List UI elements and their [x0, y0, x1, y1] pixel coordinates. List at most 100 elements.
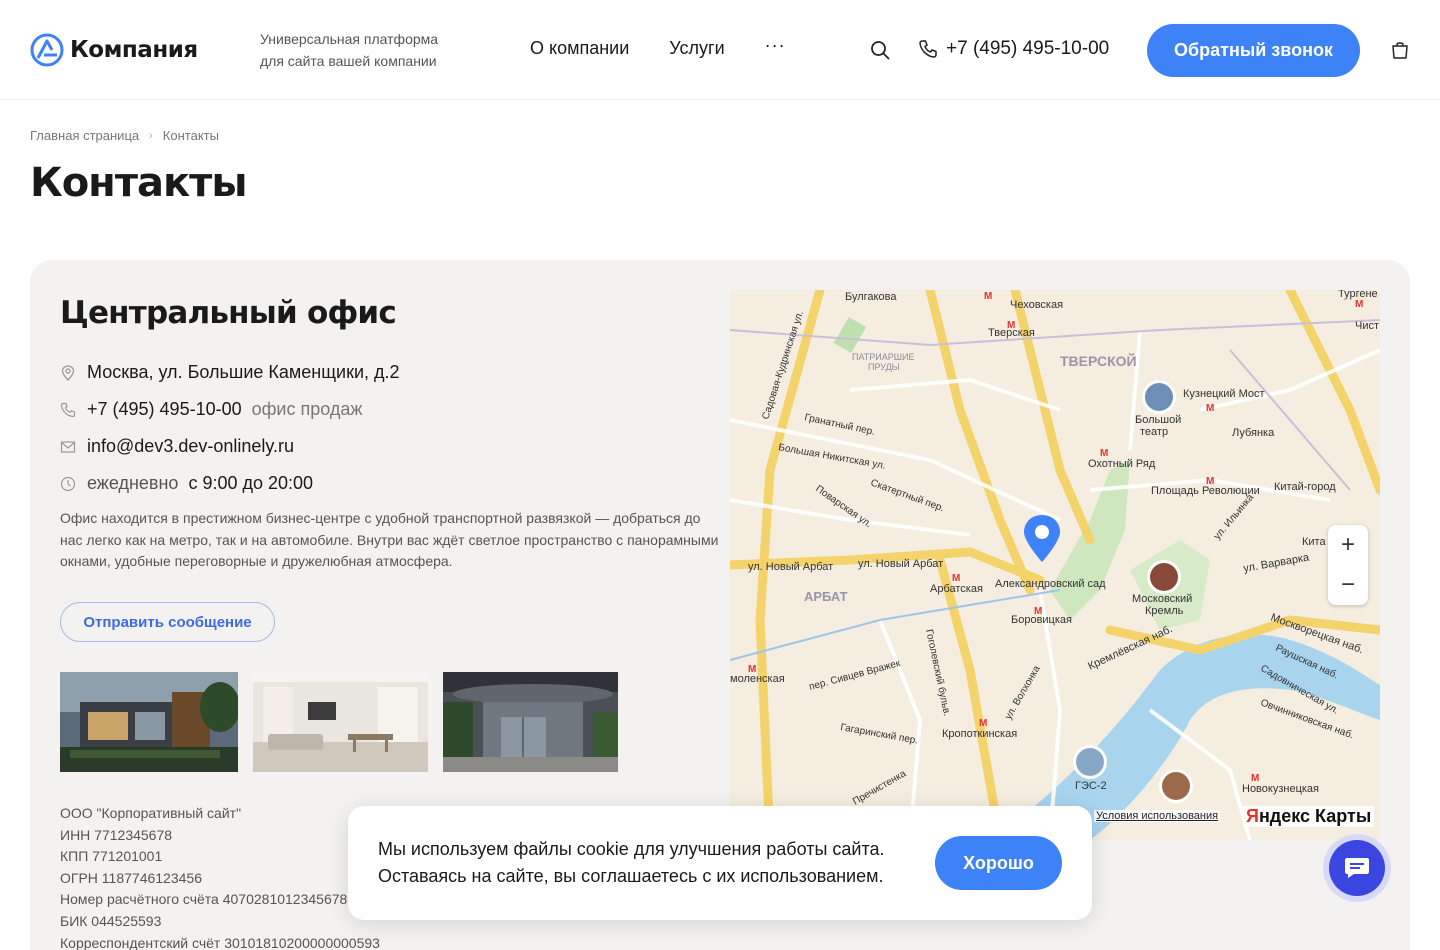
hours-value: с 9:00 до 20:00: [188, 473, 314, 493]
office-title: Центральный офис: [60, 295, 397, 331]
map-terms-link[interactable]: Условия использования: [1094, 810, 1221, 822]
tagline-line-1: Универсальная платформа: [260, 31, 439, 47]
map-label-kremlin-1: Московский: [1132, 593, 1192, 605]
nav-item-about[interactable]: О компании: [530, 38, 629, 59]
cookie-accept-button[interactable]: Хорошо: [935, 836, 1062, 890]
legal-company: ООО "Корпоративный сайт": [60, 805, 242, 821]
callback-button[interactable]: Обратный звонок: [1147, 24, 1360, 77]
chat-button-inner: [1329, 840, 1385, 896]
office-photo-interior[interactable]: [253, 672, 428, 772]
search-icon[interactable]: [870, 40, 890, 60]
page-title: Контакты: [30, 160, 247, 206]
legal-inn: ИНН 7712345678: [60, 826, 173, 843]
tagline-line-2: для сайта вашей компании: [260, 53, 437, 69]
breadcrumb-home-link[interactable]: Главная страница: [30, 128, 139, 143]
map-label-bolshoi-1: Большой: [1135, 414, 1181, 426]
map-canvas: Булгакова Чеховская Тургене Чист Тверска…: [730, 290, 1380, 840]
logo[interactable]: Компания: [30, 33, 198, 67]
map-label-okhotny: Охотный Ряд: [1088, 458, 1156, 470]
breadcrumb-current: Контакты: [162, 128, 219, 143]
map-label-arbatskaya: Арбатская: [930, 583, 983, 595]
svg-text:M: M: [952, 573, 960, 584]
mail-icon: [60, 440, 76, 453]
svg-text:M: M: [979, 718, 987, 729]
svg-text:M: M: [984, 291, 992, 302]
map-label-novokuznetskaya: Новокузнецкая: [1242, 783, 1319, 795]
svg-text:M: M: [1355, 299, 1363, 310]
map-label-patriarshie: ПАТРИАРШИЕ: [852, 352, 914, 362]
map-provider-logo[interactable]: Яндекс Карты: [1243, 806, 1375, 827]
logo-icon: [30, 33, 64, 67]
map-label-chist: Чист: [1355, 320, 1379, 332]
map-label-prudy: ПРУДЫ: [868, 362, 900, 372]
office-photo-entrance[interactable]: [443, 672, 618, 772]
breadcrumb-separator: ›: [149, 129, 153, 142]
map-label-new-arbat-1: ул. Новый Арбат: [748, 561, 833, 573]
legal-bik: БИК 044525593: [60, 912, 162, 929]
cart-icon[interactable]: [1390, 40, 1410, 60]
map-label-kuznetsky: Кузнецкий Мост: [1183, 388, 1265, 400]
map-zoom-out-button[interactable]: −: [1328, 565, 1368, 605]
cookie-text-line-1: Мы используем файлы cookie для улучшения…: [378, 839, 885, 859]
breadcrumb: Главная страница › Контакты: [30, 128, 219, 143]
map-label-lubyanka: Лубянка: [1232, 427, 1275, 439]
map-label-tverskoy: ТВЕРСКОЙ: [1060, 352, 1137, 369]
header-phone-number: +7 (495) 495-10-00: [946, 38, 1110, 59]
address-text: Москва, ул. Большие Каменщики, д.2: [87, 362, 400, 382]
office-email: info@dev3.dev-onlinely.ru: [60, 436, 294, 457]
office-email-link[interactable]: info@dev3.dev-onlinely.ru: [87, 436, 294, 457]
office-phone-number[interactable]: +7 (495) 495-10-00: [87, 399, 242, 420]
cookie-banner: Мы используем файлы cookie для улучшения…: [348, 806, 1092, 920]
map-label-new-arbat-2: ул. Новый Арбат: [858, 558, 943, 570]
send-message-button[interactable]: Отправить сообщение: [60, 602, 275, 642]
nav-item-services[interactable]: Услуги: [669, 38, 724, 59]
cookie-text-line-2: Оставаясь на сайте, вы соглашаетесь с их…: [378, 866, 884, 886]
map-label-arbat-district: АРБАТ: [804, 589, 848, 604]
office-phone: +7 (495) 495-10-00 офис продаж: [60, 399, 362, 420]
site-header: Компания Универсальная платформа для сай…: [0, 0, 1440, 100]
logo-text: Компания: [70, 37, 198, 63]
svg-text:M: M: [1007, 320, 1015, 331]
map-label-smolenskaya: моленская: [730, 673, 785, 685]
office-address: Москва, ул. Большие Каменщики, д.2: [60, 362, 400, 383]
map-zoom-in-button[interactable]: +: [1328, 525, 1368, 565]
legal-kpp: КПП 771201001: [60, 848, 163, 865]
map-label-ges: ГЭС-2: [1075, 780, 1107, 792]
office-photo-exterior[interactable]: [60, 672, 238, 772]
main-nav: О компании Услуги ···: [530, 35, 786, 59]
map-brand-text: ндекс Карты: [1258, 806, 1372, 826]
map-label-bolshoi-2: театр: [1140, 426, 1168, 438]
svg-text:M: M: [1206, 476, 1214, 487]
svg-text:M: M: [1034, 606, 1042, 617]
svg-text:M: M: [1206, 403, 1214, 414]
location-pin-icon: [61, 364, 75, 381]
office-map[interactable]: Булгакова Чеховская Тургене Чист Тверска…: [730, 290, 1380, 840]
cookie-text: Мы используем файлы cookie для улучшения…: [378, 836, 885, 890]
map-zoom-control: + −: [1328, 525, 1368, 605]
map-label-kremlin-2: Кремль: [1145, 605, 1184, 617]
clock-icon: [60, 476, 76, 491]
office-phone-note: офис продаж: [251, 399, 363, 419]
header-phone-link[interactable]: +7 (495) 495-10-00: [918, 38, 1109, 60]
map-brand-letter: Я: [1246, 806, 1259, 826]
nav-more-button[interactable]: ···: [765, 35, 786, 56]
company-legal-details: ООО "Корпоративный сайт" ИНН 7712345678 …: [60, 803, 380, 950]
legal-corr: Корреспондентский счёт 30101810200000000…: [60, 934, 380, 950]
map-label-kita: Кита: [1302, 536, 1326, 548]
phone-icon: [60, 402, 76, 417]
svg-text:M: M: [1100, 448, 1108, 459]
map-label-chekhovskaya: Чеховская: [1010, 299, 1063, 311]
map-label-bulgakova: Булгакова: [845, 291, 897, 303]
chat-widget-button[interactable]: [1323, 834, 1391, 902]
office-hours: ежедневно с 9:00 до 20:00: [60, 473, 313, 494]
office-description: Офис находится в престижном бизнес-центр…: [60, 510, 719, 569]
legal-account: Номер расчётного счёта 40702810123456789…: [60, 891, 379, 908]
legal-ogrn: ОГРН 1187746123456: [60, 869, 202, 886]
chat-bubble-icon: [1345, 858, 1369, 878]
tagline: Универсальная платформа для сайта вашей …: [260, 28, 438, 72]
map-label-kropotkinskaya: Кропоткинская: [942, 728, 1017, 740]
phone-icon: [919, 40, 937, 58]
hours-label: ежедневно: [87, 473, 179, 493]
svg-text:M: M: [748, 664, 756, 675]
svg-text:M: M: [1251, 773, 1259, 784]
